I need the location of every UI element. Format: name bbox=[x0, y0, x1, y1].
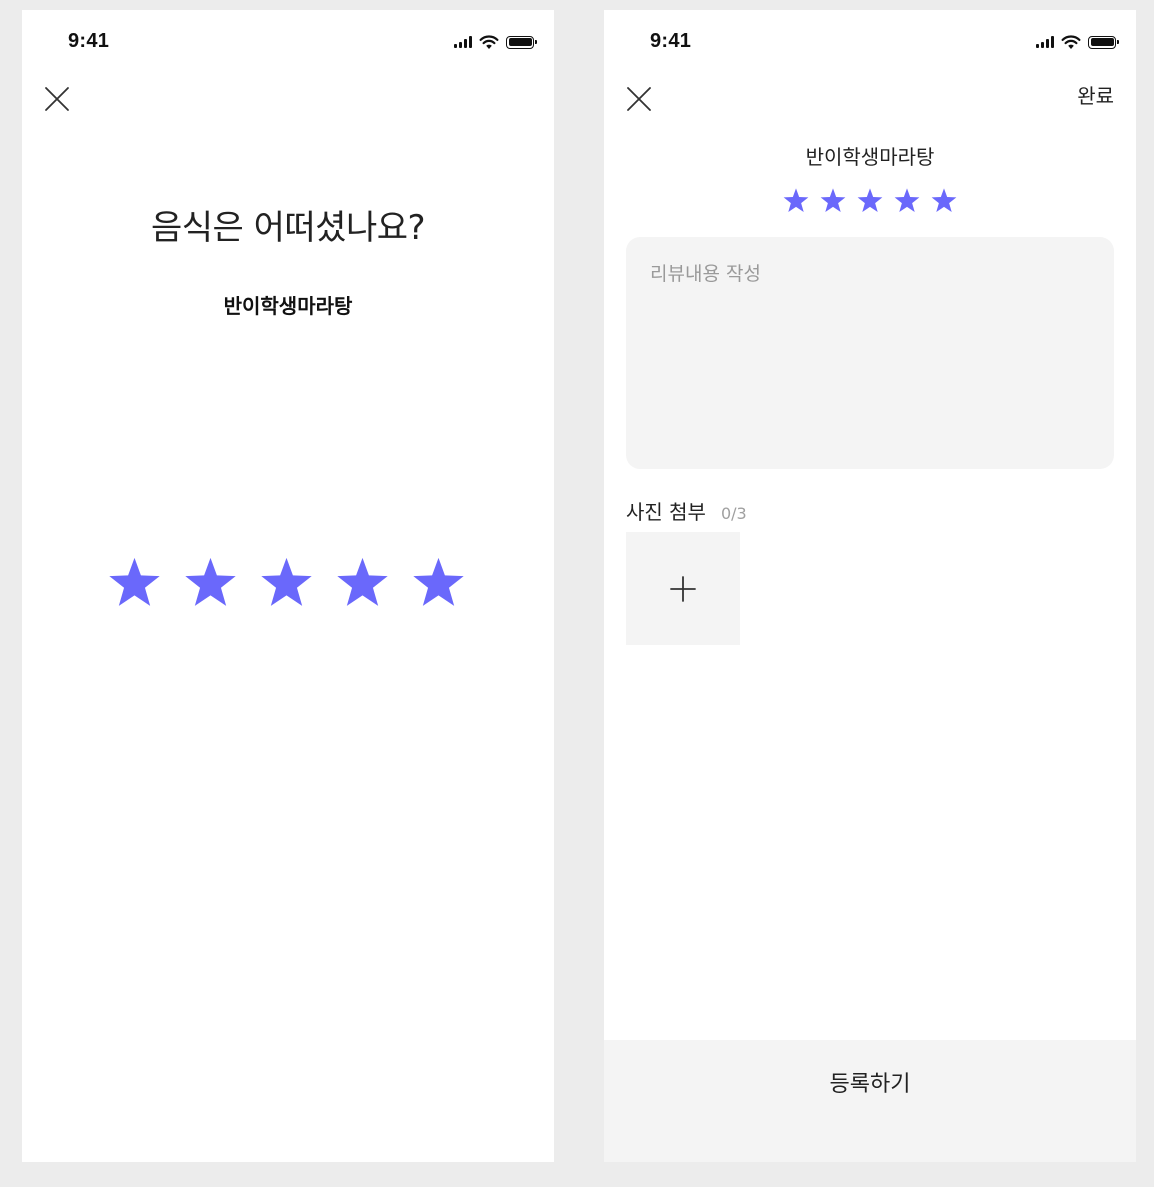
star-icon[interactable] bbox=[106, 555, 163, 612]
cellular-signal-icon bbox=[1036, 36, 1054, 48]
star-rating[interactable] bbox=[782, 187, 958, 215]
rating-question: 음식은 어떠셨나요? bbox=[150, 208, 426, 248]
done-button[interactable]: 완료 bbox=[1077, 80, 1114, 109]
submit-button[interactable]: 등록하기 bbox=[604, 1040, 1136, 1162]
photo-count: 0/3 bbox=[720, 504, 747, 523]
wifi-icon bbox=[479, 34, 499, 49]
star-icon[interactable] bbox=[334, 555, 391, 612]
close-icon bbox=[627, 87, 651, 111]
battery-icon bbox=[506, 35, 537, 49]
review-placeholder: 리뷰내용 작성 bbox=[650, 263, 761, 285]
wifi-icon bbox=[1061, 34, 1081, 49]
cellular-signal-icon bbox=[454, 36, 472, 48]
status-icons bbox=[454, 34, 537, 50]
star-icon[interactable] bbox=[410, 555, 467, 612]
close-icon bbox=[45, 87, 69, 111]
submit-label: 등록하기 bbox=[829, 1072, 911, 1097]
add-photo-button[interactable] bbox=[626, 532, 740, 645]
battery-icon bbox=[1088, 35, 1119, 49]
store-name: 반이학생마라탕 bbox=[805, 145, 935, 169]
status-time: 9:41 bbox=[68, 30, 110, 52]
star-icon[interactable] bbox=[930, 187, 958, 215]
review-textarea[interactable]: 리뷰내용 작성 bbox=[626, 237, 1114, 469]
rating-screen: 9:41 음식은 어떠셨나요? 반이학생마라탕 bbox=[22, 10, 554, 1162]
star-icon[interactable] bbox=[819, 187, 847, 215]
close-button[interactable] bbox=[42, 84, 72, 114]
review-write-screen: 9:41 완료 반이학생마라탕 리뷰내용 작성 사진 첨부 0/3 등록하기 bbox=[604, 10, 1136, 1162]
store-name: 반이학생마라탕 bbox=[223, 294, 353, 318]
star-icon[interactable] bbox=[182, 555, 239, 612]
star-icon[interactable] bbox=[856, 187, 884, 215]
photo-attach-label: 사진 첨부 bbox=[626, 500, 706, 524]
status-icons bbox=[1036, 34, 1119, 50]
status-time: 9:41 bbox=[650, 30, 692, 52]
close-button[interactable] bbox=[624, 84, 654, 114]
star-icon[interactable] bbox=[893, 187, 921, 215]
star-icon[interactable] bbox=[782, 187, 810, 215]
plus-icon bbox=[670, 575, 696, 602]
photo-attach-header: 사진 첨부 0/3 bbox=[626, 496, 747, 525]
star-rating[interactable] bbox=[106, 555, 467, 612]
star-icon[interactable] bbox=[258, 555, 315, 612]
